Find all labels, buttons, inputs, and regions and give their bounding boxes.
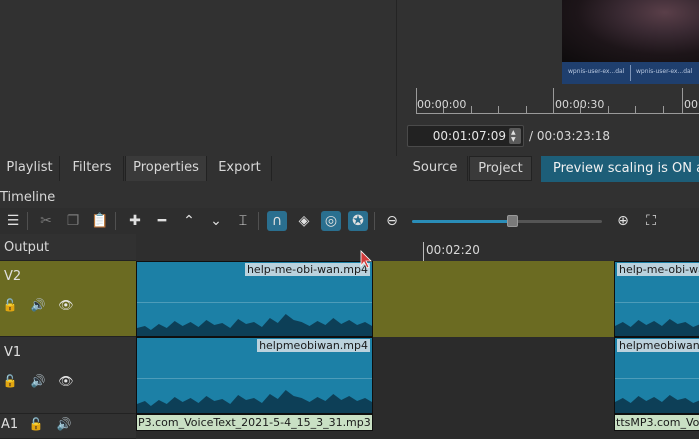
player-ruler[interactable]: 00:00:00 00:00:30 00	[416, 86, 699, 116]
speaker-icon[interactable]: 🔊	[56, 417, 72, 431]
track-header-v1[interactable]: V1 🔓 🔊 👁	[0, 337, 136, 414]
toolbar-separator	[27, 212, 28, 230]
zoom-slider-handle[interactable]	[507, 215, 518, 227]
cut-icon[interactable]: ✂	[36, 211, 56, 231]
ruler-minor-tick	[663, 106, 664, 114]
preview-separator	[630, 65, 631, 81]
clip-name: help-me-obi-wan.mp4	[244, 263, 370, 276]
split-icon[interactable]: ⌶	[233, 211, 253, 231]
eye-icon[interactable]: 👁	[58, 298, 74, 312]
tab-export[interactable]: Export	[208, 156, 272, 181]
snap-icon[interactable]: ∩	[267, 211, 287, 231]
timecode-spinbox[interactable]: 00:01:07:09 ▲ ▼	[407, 125, 524, 147]
tab-playlist[interactable]: Playlist	[0, 156, 60, 181]
toolbar-separator	[258, 212, 259, 230]
append-icon[interactable]: ✚	[125, 211, 145, 231]
waveform-midline	[137, 302, 372, 303]
waveform	[615, 395, 699, 413]
lock-icon[interactable]: 🔓	[2, 374, 18, 388]
ruler-minor-tick	[608, 106, 609, 114]
zoom-out-icon[interactable]: ⊖	[382, 211, 402, 231]
zoom-fit-icon[interactable]: ⛶	[641, 211, 661, 231]
clip-name: P3.com_VoiceText_2021-5-4_15_3_31.mp3	[138, 416, 371, 429]
clip-a1-b[interactable]: ttsMP3.com_Vo	[614, 414, 699, 431]
toolbar-separator	[374, 212, 375, 230]
zoom-slider-fill	[412, 220, 512, 223]
spin-arrows[interactable]: ▲ ▼	[509, 128, 521, 144]
scrub-icon[interactable]: ◈	[294, 211, 314, 231]
timeline-title: Timeline	[0, 190, 56, 205]
copy-icon[interactable]: ❐	[63, 211, 83, 231]
menu-icon[interactable]: ☰	[3, 211, 23, 231]
ruler-minor-tick	[498, 106, 499, 114]
waveform	[137, 314, 372, 336]
eye-icon[interactable]: 👁	[58, 374, 74, 388]
clip-name: helpmeobiwan.mp4	[257, 339, 370, 352]
clip-name: ttsMP3.com_Vo	[616, 416, 699, 429]
clip-name: helpmeobiwan.	[617, 339, 699, 352]
clip-a1-a[interactable]: P3.com_VoiceText_2021-5-4_15_3_31.mp3	[136, 414, 373, 431]
output-header[interactable]: Output	[0, 234, 136, 261]
video-preview[interactable]: wpnis-user-ex...dal wpnis-user-ex...dal	[562, 0, 699, 84]
ruler-label: 00:00:30	[555, 98, 605, 111]
track-name: A1	[1, 417, 19, 432]
tab-source[interactable]: Source	[403, 156, 468, 181]
ruler-major-tick	[553, 88, 554, 114]
waveform	[615, 319, 699, 336]
lock-icon[interactable]: 🔓	[2, 298, 18, 312]
ruler-minor-tick	[471, 106, 472, 114]
toolbar-separator	[115, 212, 116, 230]
waveform	[137, 390, 372, 413]
ruler-tick	[423, 242, 424, 261]
ruler-baseline	[416, 113, 699, 114]
track-name: V1	[4, 345, 22, 360]
timeline-ruler[interactable]: 00:02:20	[136, 234, 699, 261]
preview-frame	[562, 0, 699, 62]
waveform-midline	[615, 378, 699, 379]
preview-label-2: wpnis-user-ex...dal	[636, 68, 693, 75]
overwrite-icon[interactable]: ⌄	[206, 211, 226, 231]
tab-filters[interactable]: Filters	[61, 156, 124, 181]
ruler-major-tick	[682, 88, 683, 114]
paste-icon[interactable]: 📋	[90, 211, 110, 231]
waveform-midline	[615, 302, 699, 303]
timecode-value: 00:01:07:09	[432, 129, 506, 143]
track-name: V2	[4, 269, 22, 284]
tab-project[interactable]: Project	[469, 156, 532, 181]
clip-name: help-me-obi-wa	[617, 263, 699, 276]
speaker-icon[interactable]: 🔊	[30, 374, 46, 388]
duration-label: / 00:03:23:18	[529, 129, 611, 143]
output-label: Output	[4, 240, 50, 255]
ruler-minor-tick	[635, 106, 636, 114]
speaker-icon[interactable]: 🔊	[30, 298, 46, 312]
lift-icon[interactable]: ⌃	[179, 211, 199, 231]
ruler-label: 00:02:20	[426, 243, 480, 257]
ripple-icon[interactable]: ◎	[321, 211, 341, 231]
timeline-toolbar: ☰ ✂ ❐ 📋 ✚ ━ ⌃ ⌄ ⌶ ∩ ◈ ◎ ✪ ⊖ ⊕ ⛶	[0, 208, 699, 234]
clip-v2-b[interactable]: help-me-obi-wa	[614, 261, 699, 337]
clip-v1-a[interactable]: helpmeobiwan.mp4	[136, 337, 373, 414]
track-header-a1[interactable]: A1 🔓 🔊	[0, 414, 136, 439]
preview-label-1: wpnis-user-ex...dal	[568, 68, 625, 75]
tab-properties[interactable]: Properties	[125, 156, 207, 181]
remove-icon[interactable]: ━	[152, 211, 172, 231]
spin-down-icon[interactable]: ▼	[511, 137, 516, 143]
ruler-label: 00	[684, 98, 698, 111]
zoom-in-icon[interactable]: ⊕	[613, 211, 633, 231]
track-header-v2[interactable]: V2 🔓 🔊 👁	[0, 261, 136, 337]
clip-v2-a[interactable]: help-me-obi-wan.mp4	[136, 261, 373, 337]
preview-scaling-notice[interactable]: Preview scaling is ON at	[541, 156, 699, 182]
waveform-midline	[137, 378, 372, 379]
ruler-minor-tick	[526, 106, 527, 114]
lock-icon[interactable]: 🔓	[28, 417, 44, 431]
clip-v1-b[interactable]: helpmeobiwan.	[614, 337, 699, 414]
ruler-label: 00:00:00	[417, 98, 467, 111]
ripple-all-icon[interactable]: ✪	[348, 211, 368, 231]
left-panel	[0, 0, 396, 156]
mouse-cursor-icon	[360, 250, 372, 269]
left-tabbar: Playlist Filters Properties Export	[0, 156, 272, 181]
